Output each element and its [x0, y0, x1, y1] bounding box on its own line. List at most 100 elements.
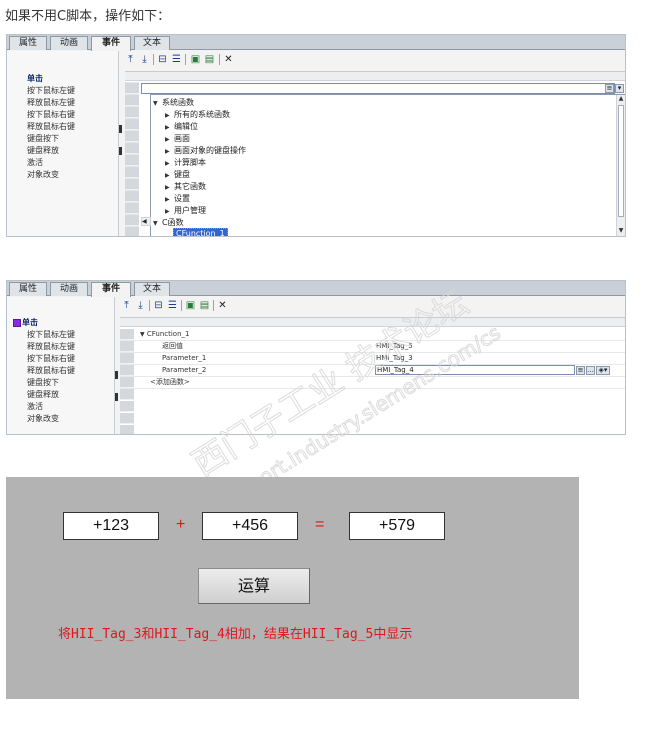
- param-value-input[interactable]: HMI_Tag_4: [375, 365, 575, 375]
- expand-icon[interactable]: ⊟: [157, 54, 168, 65]
- move-down-icon[interactable]: ⤓: [135, 300, 146, 311]
- splitter-handle[interactable]: [115, 371, 118, 379]
- splitter-handle[interactable]: [115, 393, 118, 401]
- expanded-triangle-icon: ▼: [153, 100, 158, 107]
- tab-properties[interactable]: 属性: [9, 36, 47, 50]
- tab-events[interactable]: 事件: [91, 282, 131, 297]
- event-item-key-down[interactable]: 键盘按下: [27, 133, 59, 144]
- list-icon[interactable]: ≡: [576, 366, 585, 375]
- dropdown-item[interactable]: ▶ 画面对象的键盘操作: [165, 145, 246, 157]
- toolbar-separator: [153, 54, 154, 65]
- toolbar-separator: [213, 300, 214, 311]
- calculate-button[interactable]: 运算: [198, 568, 310, 604]
- event-item-key-up[interactable]: 键盘释放: [27, 389, 59, 400]
- dropdown-scrollbar[interactable]: ▲ ▼: [616, 95, 625, 236]
- param-value[interactable]: HMI_Tag_5: [376, 341, 413, 352]
- dropdown-item[interactable]: ▶ 计算脚本: [165, 157, 206, 169]
- event-editor-panel-1: 属性 动画 事件 文本 单击 按下鼠标左键 释放鼠标左键 按下鼠标右键 释放鼠标…: [6, 34, 626, 237]
- list-icon[interactable]: ≡: [605, 84, 614, 93]
- event-item-click[interactable]: 单击: [13, 317, 38, 328]
- io-field-input-2[interactable]: +456: [202, 512, 298, 540]
- io-field-input-1[interactable]: +123: [63, 512, 159, 540]
- expanded-triangle-icon: ▼: [153, 220, 158, 227]
- script-icon[interactable]: ▣: [185, 300, 196, 311]
- delete-icon[interactable]: ✕: [217, 300, 228, 311]
- splitter-handle[interactable]: [119, 125, 122, 133]
- tab-animation[interactable]: 动画: [50, 282, 88, 296]
- delete-icon[interactable]: ✕: [223, 54, 234, 65]
- function-combo-input[interactable]: [141, 83, 615, 94]
- event-item-activate[interactable]: 激活: [27, 157, 43, 168]
- event-item-activate[interactable]: 激活: [27, 401, 43, 412]
- event-list: 单击 按下鼠标左键 释放鼠标左键 按下鼠标右键 释放鼠标右键 键盘按下 键盘释放…: [7, 297, 115, 434]
- param-name: Parameter_1: [162, 354, 207, 362]
- event-item-press-left[interactable]: 按下鼠标左键: [27, 329, 75, 340]
- event-editor-panel-2: 属性 动画 事件 文本 单击 按下鼠标左键 释放鼠标左键 按下鼠标右键 释放鼠标…: [6, 280, 626, 435]
- event-item-release-right[interactable]: 释放鼠标右键: [27, 365, 75, 376]
- collapsed-triangle-icon: ▶: [165, 208, 170, 215]
- move-down-icon[interactable]: ⤓: [139, 54, 150, 65]
- tab-properties[interactable]: 属性: [9, 282, 47, 296]
- dropdown-group-system-functions[interactable]: ▼ 系统函数: [153, 97, 194, 109]
- event-item-key-down[interactable]: 键盘按下: [27, 377, 59, 388]
- dropdown-item[interactable]: ▶ 键盘: [165, 169, 190, 181]
- library-icon[interactable]: ▤: [204, 54, 215, 65]
- function-row[interactable]: ▼ CFunction_1: [140, 329, 189, 340]
- move-up-icon[interactable]: ⤒: [121, 300, 132, 311]
- event-item-press-right[interactable]: 按下鼠标右键: [27, 353, 75, 364]
- script-icon[interactable]: ▣: [190, 54, 201, 65]
- event-item-object-change[interactable]: 对象改变: [27, 413, 59, 424]
- param-name: 返回值: [162, 342, 183, 350]
- move-up-icon[interactable]: ⤒: [125, 54, 136, 65]
- tab-text[interactable]: 文本: [134, 282, 170, 296]
- tab-events[interactable]: 事件: [91, 36, 131, 51]
- collapse-icon[interactable]: ☰: [171, 54, 182, 65]
- scroll-thumb[interactable]: [618, 105, 624, 217]
- collapsed-triangle-icon: ▶: [165, 136, 170, 143]
- grid-header: [120, 318, 625, 327]
- demo-caption: 将HII_Tag_3和HII_Tag_4相加，结果在HII_Tag_5中显示: [58, 627, 413, 642]
- tab-bar: 属性 动画 事件 文本: [7, 35, 625, 51]
- event-item-object-change[interactable]: 对象改变: [27, 169, 59, 180]
- more-icon[interactable]: …: [586, 366, 595, 375]
- runtime-screen: +123 + +456 = +579 运算 将HII_Tag_3和HII_Tag…: [6, 477, 579, 699]
- dropdown-item[interactable]: ▶ 画面: [165, 133, 190, 145]
- scroll-up-icon[interactable]: ▲: [617, 95, 625, 103]
- dropdown-item[interactable]: ▶ 其它函数: [165, 181, 206, 193]
- dropdown-item[interactable]: ▶ 设置: [165, 193, 190, 205]
- toolbar-separator: [181, 300, 182, 311]
- event-item-press-right[interactable]: 按下鼠标右键: [27, 109, 75, 120]
- dropdown-item[interactable]: ▶ 所有的系统函数: [165, 109, 230, 121]
- dropdown-item[interactable]: ▶ 编辑位: [165, 121, 198, 133]
- event-item-release-left[interactable]: 释放鼠标左键: [27, 97, 75, 108]
- add-function-row[interactable]: <添加函数>: [150, 377, 190, 388]
- event-item-click[interactable]: 单击: [27, 73, 43, 84]
- event-item-release-left[interactable]: 释放鼠标左键: [27, 341, 75, 352]
- library-icon[interactable]: ▤: [199, 300, 210, 311]
- param-value[interactable]: HMI_Tag_3: [376, 353, 413, 364]
- event-item-key-up[interactable]: 键盘释放: [27, 145, 59, 156]
- expand-icon[interactable]: ⊟: [153, 300, 164, 311]
- splitter-handle[interactable]: [119, 147, 122, 155]
- dropdown-item[interactable]: ▶ 用户管理: [165, 205, 206, 217]
- function-dropdown: ▼ 系统函数 ▶ 所有的系统函数 ▶ 编辑位 ▶ 画面 ▶ 画面对象的键盘操作 ▶ 计算脚本…: [150, 94, 625, 236]
- collapse-icon[interactable]: ☰: [167, 300, 178, 311]
- tab-bar: 属性 动画 事件 文本: [7, 281, 625, 297]
- toolbar-separator: [185, 54, 186, 65]
- io-field-result: +579: [349, 512, 445, 540]
- collapsed-triangle-icon: ▶: [165, 124, 170, 131]
- expanded-triangle-icon: ▼: [140, 331, 145, 338]
- dropdown-item-selected[interactable]: CFunction_1: [173, 228, 228, 236]
- chevron-down-icon[interactable]: ▾: [615, 84, 624, 93]
- tab-text[interactable]: 文本: [134, 36, 170, 50]
- scroll-down-icon[interactable]: ▼: [617, 227, 625, 235]
- plus-sign: +: [176, 516, 186, 533]
- event-item-press-left[interactable]: 按下鼠标左键: [27, 85, 75, 96]
- scroll-left-icon[interactable]: ◀: [141, 217, 151, 226]
- param-name: Parameter_2: [162, 366, 207, 374]
- tag-select-icon[interactable]: ◈▾: [596, 366, 610, 375]
- grid-header: [125, 72, 625, 81]
- tab-animation[interactable]: 动画: [50, 36, 88, 50]
- event-item-release-right[interactable]: 释放鼠标右键: [27, 121, 75, 132]
- event-list: 单击 按下鼠标左键 释放鼠标左键 按下鼠标右键 释放鼠标右键 键盘按下 键盘释放…: [7, 51, 119, 236]
